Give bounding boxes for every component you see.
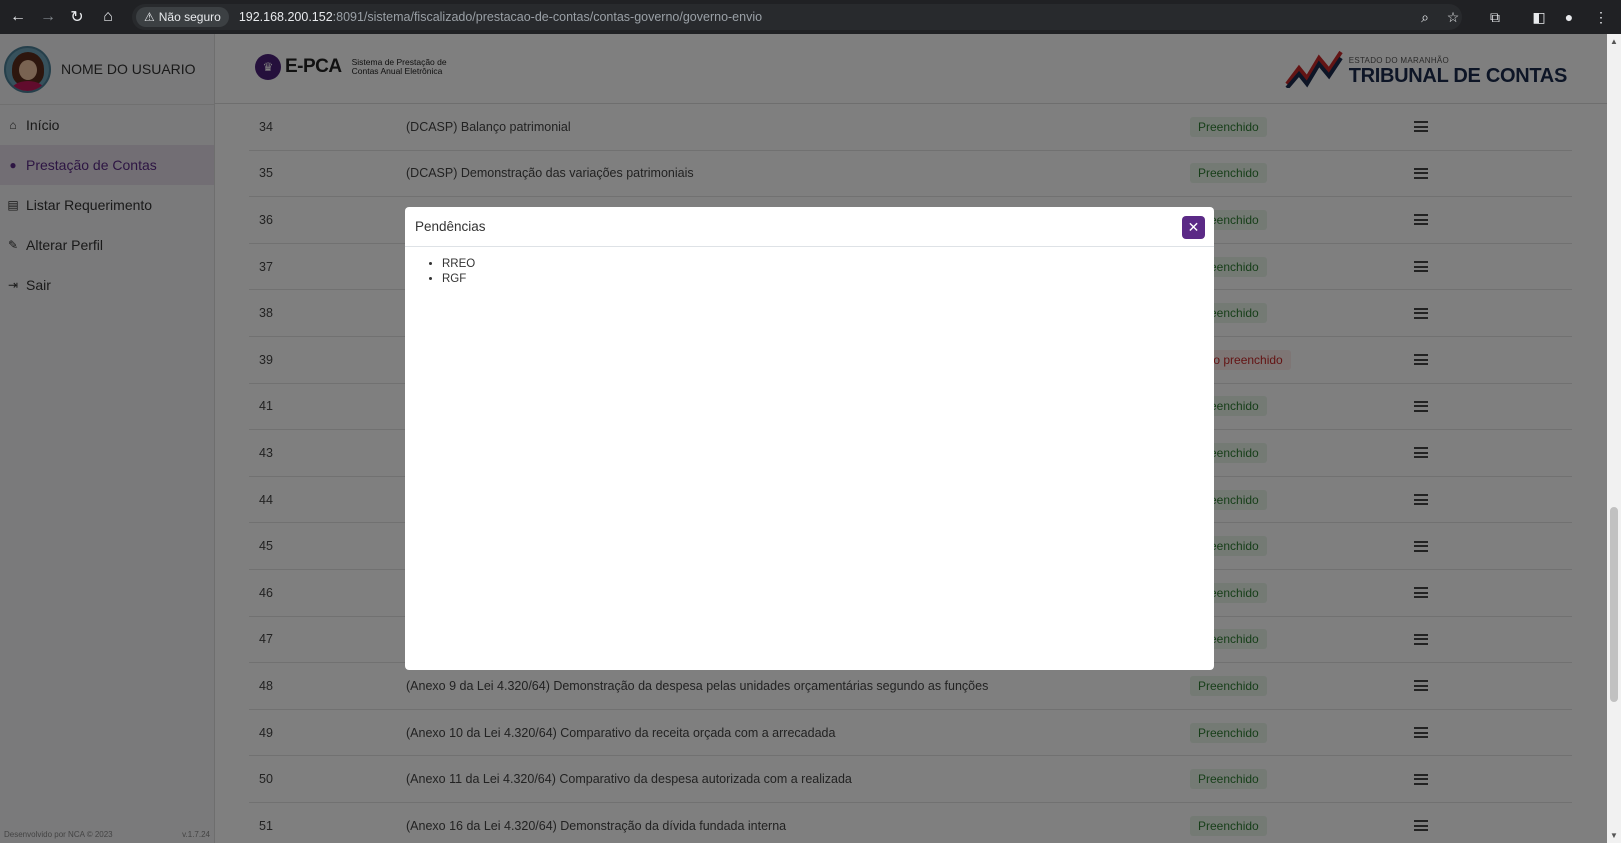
reload-icon[interactable]: ↻	[62, 2, 92, 32]
security-chip[interactable]: ⚠ Não seguro	[136, 7, 229, 27]
browser-toolbar: ← → ↻ ⌂ ⚠ Não seguro 192.168.200.152:809…	[0, 0, 1621, 34]
page-scrollbar[interactable]: ▲ ▼	[1607, 34, 1621, 843]
scroll-up-icon[interactable]: ▲	[1610, 37, 1618, 46]
list-item: RREO	[442, 257, 1204, 272]
back-icon[interactable]: ←	[3, 2, 33, 32]
modal-title: Pendências	[415, 219, 486, 234]
url-text[interactable]: 192.168.200.152:8091/sistema/fiscalizado…	[239, 10, 762, 24]
side-panel-icon[interactable]: ◧	[1526, 4, 1552, 30]
profile-icon[interactable]: ●	[1556, 4, 1582, 30]
security-label: Não seguro	[158, 10, 221, 24]
url-path: :8091/sistema/fiscalizado/prestacao-de-c…	[332, 10, 763, 24]
pendencias-list: RREO RGF	[405, 247, 1214, 297]
list-item: RGF	[442, 272, 1204, 287]
extensions-icon[interactable]: ⧉	[1482, 4, 1508, 30]
warning-icon: ⚠	[144, 10, 155, 24]
forward-icon[interactable]: →	[33, 2, 63, 32]
bookmark-star-icon[interactable]: ☆	[1440, 4, 1466, 30]
modal-header: Pendências ✕	[405, 207, 1214, 247]
zoom-icon[interactable]: ⌕	[1412, 4, 1438, 30]
close-button[interactable]: ✕	[1182, 216, 1205, 239]
more-menu-icon[interactable]: ⋮	[1588, 4, 1614, 30]
scrollbar-thumb[interactable]	[1610, 507, 1618, 702]
scroll-down-icon[interactable]: ▼	[1610, 831, 1618, 840]
close-icon: ✕	[1187, 219, 1200, 235]
pendencias-modal: Pendências ✕ RREO RGF	[405, 207, 1214, 670]
home-icon[interactable]: ⌂	[93, 2, 123, 32]
address-bar[interactable]: ⚠ Não seguro 192.168.200.152:8091/sistem…	[132, 4, 1462, 30]
url-host: 192.168.200.152	[238, 10, 333, 24]
